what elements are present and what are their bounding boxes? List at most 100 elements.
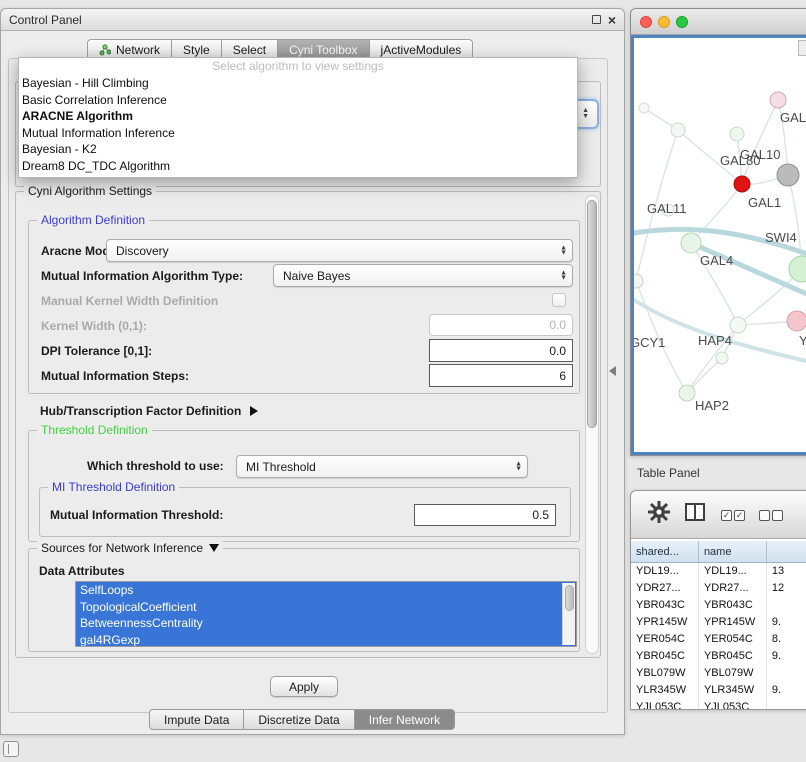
sources-group-title[interactable]: Sources for Network Inference [37,541,223,555]
mi-algorithm-type-select[interactable]: Naive Bayes ▲▼ [273,264,573,287]
table-cell [767,699,806,710]
mi-algorithm-type-value: Naive Bayes [283,269,350,283]
data-attributes-label: Data Attributes [39,563,125,579]
algorithm-option[interactable]: Mutual Information Inference [19,125,577,142]
network-node[interactable] [679,385,695,401]
settings-scrollbar-thumb[interactable] [587,200,597,428]
cyni-algorithm-settings-group: Cyni Algorithm Settings Algorithm Defini… [15,191,601,658]
manual-kernel-width-checkbox[interactable] [552,293,566,307]
mi-threshold-field[interactable]: 0.5 [414,504,556,526]
algorithm-option[interactable]: Basic Correlation Inference [19,92,577,109]
node-label: GAL11 [647,201,687,216]
network-node[interactable] [671,123,685,137]
canvas-scrollbar-stub[interactable] [798,40,806,56]
algorithm-option[interactable]: Dream8 DC_TDC Algorithm [19,158,577,175]
splitter-collapse-icon[interactable] [609,366,616,376]
tab-impute-data[interactable]: Impute Data [149,709,244,730]
network-canvas[interactable]: GAL80 GAL80 GAL10 GAL11 GAL1 SWI4 GAL4 G… [631,35,806,455]
which-threshold-select[interactable]: MI Threshold ▲▼ [236,455,528,478]
settings-group-title: Cyni Algorithm Settings [24,184,156,198]
table-row[interactable]: YER054CYER054C8. [631,631,806,648]
network-node-pink[interactable] [787,311,806,331]
algorithm-option[interactable]: Bayesian - K2 [19,141,577,158]
table-row[interactable]: YLR345WYLR345W9. [631,682,806,699]
gear-icon[interactable] [647,500,671,524]
table-header-row: shared... name [631,541,806,563]
select-columns-checked-icon[interactable]: ✓✓ [721,508,747,522]
network-node[interactable] [716,352,728,364]
threshold-definition-group: Threshold Definition Which threshold to … [28,430,580,542]
network-node-green[interactable] [789,256,806,282]
table-row[interactable]: YPR145WYPR145W9. [631,614,806,631]
table-row[interactable]: YBR045CYBR045C9. [631,648,806,665]
algorithm-popup-list: Bayesian - Hill ClimbingBasic Correlatio… [19,75,577,174]
table-row[interactable]: YDR27...YDR27...12 [631,580,806,597]
table-toolbar: ✓✓ [631,491,806,539]
table-cell: 13 [767,563,806,580]
table-cell: YPR145W [631,614,699,631]
network-node[interactable] [639,103,649,113]
data-attribute-item[interactable]: SelfLoops [76,582,576,599]
list-scrollbar-thumb[interactable] [565,585,574,611]
table-row[interactable]: YBL079WYBL079W [631,665,806,682]
tab-infer-network[interactable]: Infer Network [354,709,455,730]
close-window-icon[interactable] [640,16,652,28]
close-panel-icon[interactable]: × [608,15,616,25]
column-header-extra[interactable] [767,541,806,562]
sources-title-text: Sources for Network Inference [41,541,203,555]
columns-icon[interactable] [685,503,705,521]
network-node[interactable] [634,274,643,288]
data-attributes-list[interactable]: SelfLoopsTopologicalCoefficientBetweenne… [75,581,577,647]
table-cell: YJL053C [631,699,699,710]
dpi-tolerance-label: DPI Tolerance [0,1]: [41,343,152,359]
panel-dock-icon[interactable] [3,741,19,757]
combo-arrows-icon: ▲▼ [515,461,522,472]
table-cell: YLR345W [699,682,767,699]
network-node-pink[interactable] [770,92,786,108]
combo-arrows-icon: ▲▼ [560,245,567,256]
data-attribute-item[interactable]: BetweennessCentrality [76,615,576,632]
hub-definition-expander[interactable]: Hub/Transcription Factor Definition [40,404,258,418]
network-node-gray[interactable] [777,164,799,186]
apply-button[interactable]: Apply [270,676,338,697]
network-node[interactable] [681,233,701,253]
table-cell: YBL079W [631,665,699,682]
network-graph [634,38,806,455]
settings-scrollbar[interactable] [585,195,599,654]
table-row[interactable]: YJL053CYJL053C [631,699,806,710]
node-label: Y [799,333,806,348]
dpi-tolerance-field[interactable]: 0.0 [429,339,573,362]
tab-select-label: Select [233,43,266,57]
table-cell: YLR345W [631,682,699,699]
data-attribute-item[interactable]: TopologicalCoefficient [76,599,576,616]
tab-cyni-toolbox-label: Cyni Toolbox [289,43,357,57]
algorithm-option[interactable]: ARACNE Algorithm [19,108,577,125]
tab-discretize-data[interactable]: Discretize Data [243,709,354,730]
network-node[interactable] [730,317,746,333]
table-row[interactable]: YBR043CYBR043C [631,597,806,614]
unchecked-box-icon [772,510,783,521]
aracne-mode-select[interactable]: Discovery ▲▼ [106,239,573,262]
cyni-mode-tabs: Impute Data Discretize Data Infer Networ… [149,709,455,730]
data-attribute-item[interactable]: gal4RGexp [76,632,576,648]
minimize-window-icon[interactable] [658,16,670,28]
network-view-window: GAL80 GAL80 GAL10 GAL11 GAL1 SWI4 GAL4 G… [630,8,806,456]
algorithm-definition-group: Algorithm Definition Aracne Mode: Discov… [28,220,580,394]
column-header-shared-name[interactable]: shared... [631,541,699,562]
table-row[interactable]: YDL19...YDL19...13 [631,563,806,580]
table-cell: YBL079W [699,665,767,682]
mi-steps-field[interactable]: 6 [429,364,573,387]
select-columns-unchecked-icon[interactable] [759,508,785,522]
column-header-name[interactable]: name [699,541,767,562]
algorithm-option[interactable]: Bayesian - Hill Climbing [19,75,577,92]
float-window-icon[interactable] [592,15,601,24]
table-cell: YBR045C [631,648,699,665]
collapse-down-icon [209,544,219,552]
network-node-red[interactable] [734,176,750,192]
kernel-width-field: 0.0 [429,314,573,336]
network-node[interactable] [730,127,744,141]
zoom-window-icon[interactable] [676,16,688,28]
mi-threshold-group-title: MI Threshold Definition [48,480,179,494]
table-cell: YJL053C [699,699,767,710]
list-scrollbar[interactable] [562,583,575,645]
